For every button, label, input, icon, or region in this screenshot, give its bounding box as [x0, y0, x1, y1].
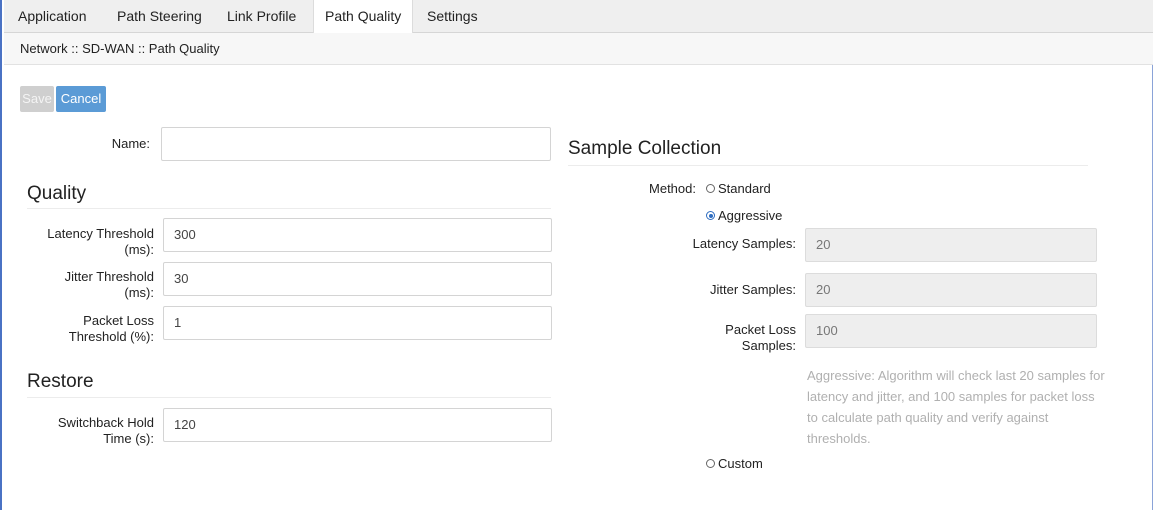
aggressive-hint-text: Aggressive: Algorithm will check last 20… [807, 368, 1105, 446]
quality-section-title: Quality [27, 183, 87, 204]
tab-path-quality[interactable]: Path Quality [313, 0, 414, 33]
radio-aggressive-label: Aggressive [718, 208, 783, 223]
tab-path-steering[interactable]: Path Steering [117, 0, 202, 32]
radio-aggressive-icon[interactable] [706, 211, 715, 221]
latency-threshold-field[interactable]: 300 [163, 218, 552, 252]
radio-aggressive[interactable]: Aggressive [706, 208, 782, 224]
restore-section-title: Restore [27, 371, 94, 392]
tab-settings[interactable]: Settings [427, 0, 478, 32]
switchback-hold-label: Switchback Hold Time (s): [57, 415, 154, 446]
radio-custom-icon[interactable] [706, 459, 715, 469]
tab-application[interactable]: Application [18, 0, 87, 32]
tab-bar: Application Path Steering Link Profile P… [4, 0, 1153, 33]
jitter-threshold-field[interactable]: 30 [163, 262, 552, 296]
radio-custom-label: Custom [718, 456, 763, 471]
window-frame: Application Path Steering Link Profile P… [0, 0, 1153, 510]
radio-standard-label: Standard [718, 181, 771, 196]
switchback-hold-field[interactable]: 120 [163, 408, 552, 442]
jitter-samples-label: Jitter Samples: [710, 282, 796, 297]
packet-loss-samples-field[interactable]: 100 [805, 314, 1097, 348]
save-button[interactable]: Save [20, 86, 54, 112]
method-label: Method: [649, 181, 696, 196]
sample-collection-divider [568, 165, 1088, 166]
name-field[interactable] [161, 127, 551, 161]
cancel-button[interactable]: Cancel [56, 86, 106, 112]
quality-divider [27, 208, 551, 209]
latency-threshold-label: Latency Threshold (ms): [47, 226, 154, 257]
radio-custom[interactable]: Custom [706, 456, 763, 472]
packet-loss-samples-label: Packet Loss Samples: [725, 322, 796, 353]
packet-loss-threshold-field[interactable]: 1 [163, 306, 552, 340]
jitter-samples-field[interactable]: 20 [805, 273, 1097, 307]
packet-loss-threshold-label: Packet Loss Threshold (%): [68, 313, 154, 344]
radio-standard[interactable]: Standard [706, 181, 771, 197]
tab-link-profile[interactable]: Link Profile [227, 0, 296, 32]
latency-samples-label: Latency Samples: [692, 236, 796, 251]
jitter-threshold-label: Jitter Threshold (ms): [64, 269, 154, 300]
radio-standard-icon[interactable] [706, 184, 715, 194]
latency-samples-field[interactable]: 20 [805, 228, 1097, 262]
breadcrumb: Network :: SD-WAN :: Path Quality [4, 33, 1153, 65]
sample-collection-title: Sample Collection [568, 138, 722, 159]
name-label: Name: [111, 136, 150, 151]
restore-divider [27, 397, 551, 398]
breadcrumb-text: Network :: SD-WAN :: Path Quality [20, 41, 220, 56]
